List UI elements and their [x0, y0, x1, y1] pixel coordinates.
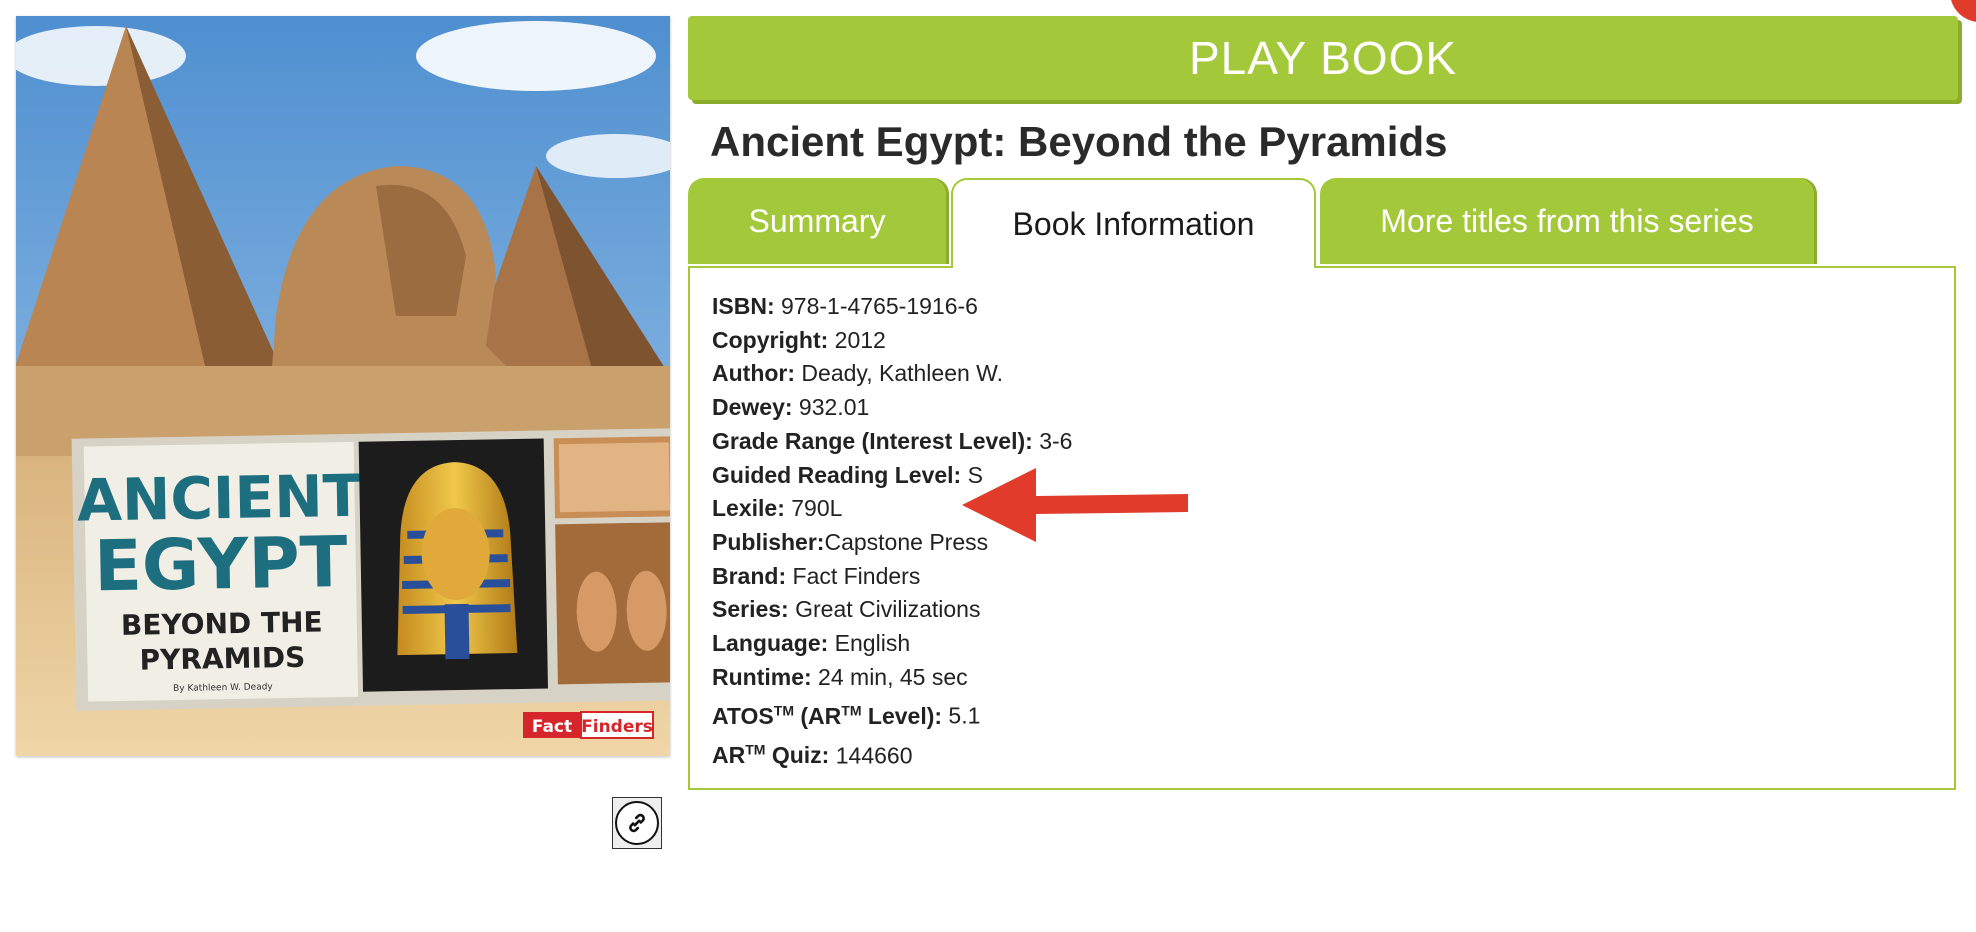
- info-atos-level: ATOSTM (ARTM Level): 5.1: [712, 694, 1072, 733]
- cover-subtitle-line2: PYRAMIDS: [139, 641, 305, 677]
- info-value: 790L: [784, 495, 843, 522]
- tab-book-information[interactable]: Book Information: [951, 178, 1316, 268]
- info-value: 2012: [828, 326, 886, 353]
- info-runtime: Runtime: 24 min, 45 sec: [712, 661, 1072, 695]
- copy-link-button[interactable]: [612, 797, 662, 849]
- cover-byline: By Kathleen W. Deady: [173, 682, 273, 694]
- info-dewey: Dewey: 932.01: [712, 391, 1072, 425]
- info-label: ISBN:: [712, 293, 775, 319]
- info-label: Language:: [712, 630, 829, 657]
- cover-title-line2: EGYPT: [93, 521, 348, 607]
- info-value: 3-6: [1032, 427, 1073, 454]
- info-value: Fact Finders: [786, 562, 921, 589]
- info-value: 5.1: [942, 703, 981, 730]
- info-grade-range: Grade Range (Interest Level): 3-6: [712, 425, 1072, 459]
- info-ar-quiz: ARTM Quiz: 144660: [712, 734, 1072, 773]
- trademark-mark: TM: [745, 741, 766, 758]
- atos-label-b: (AR: [794, 703, 842, 730]
- ar-label-a: AR: [712, 742, 746, 769]
- info-label: Grade Range (Interest Level):: [712, 427, 1033, 454]
- link-icon: [629, 813, 645, 833]
- arrow-left-icon: [962, 468, 1188, 542]
- info-brand: Brand: Fact Finders: [712, 560, 1072, 594]
- ar-label-b: Quiz:: [765, 742, 830, 769]
- info-author: Author: Deady, Kathleen W.: [712, 357, 1072, 391]
- trademark-mark: TM: [773, 702, 794, 719]
- tab-summary[interactable]: Summary: [688, 178, 946, 264]
- info-value: Great Civilizations: [788, 596, 981, 623]
- info-copyright: Copyright: 2012: [712, 324, 1072, 358]
- info-label: Copyright:: [712, 326, 829, 353]
- info-value: 144660: [829, 742, 913, 769]
- atos-label-c: Level):: [861, 703, 943, 730]
- cover-subtitle-line1: BEYOND THE: [121, 605, 323, 642]
- tab-more-titles[interactable]: More titles from this series: [1320, 178, 1814, 264]
- info-label: ARTM Quiz:: [712, 741, 830, 769]
- info-value: English: [828, 630, 911, 657]
- info-label: Runtime:: [712, 663, 812, 690]
- info-label: Series:: [712, 596, 789, 623]
- info-label: ATOSTM (ARTM Level):: [712, 702, 943, 730]
- book-cover-image: ANCIENT EGYPT BEYOND THE PYRAMIDS By Kat…: [16, 16, 670, 756]
- info-value: 978-1-4765-1916-6: [774, 293, 978, 319]
- info-label: Author:: [712, 360, 796, 387]
- cover-brand-part2: Finders: [581, 717, 653, 737]
- info-label: Brand:: [712, 562, 787, 589]
- info-label: Guided Reading Level:: [712, 461, 962, 488]
- info-label: Lexile:: [712, 495, 785, 522]
- trademark-mark: TM: [841, 702, 862, 719]
- info-value: 932.01: [792, 394, 870, 421]
- info-label: Dewey:: [712, 394, 793, 421]
- cover-brand-part1: Fact: [532, 717, 572, 737]
- cover-illustration: ANCIENT EGYPT BEYOND THE PYRAMIDS By Kat…: [16, 16, 670, 756]
- atos-label-a: ATOS: [712, 703, 774, 730]
- book-title: Ancient Egypt: Beyond the Pyramids: [710, 118, 1448, 165]
- info-series: Series: Great Civilizations: [712, 593, 1072, 627]
- info-language: Language: English: [712, 627, 1072, 661]
- book-information-panel: ISBN: 978-1-4765-1916-6 Copyright: 2012 …: [688, 266, 1956, 790]
- info-value: 24 min, 45 sec: [811, 663, 968, 690]
- play-book-button[interactable]: PLAY BOOK: [688, 16, 1958, 100]
- info-value: Deady, Kathleen W.: [795, 360, 1003, 387]
- info-label: Publisher:: [712, 528, 825, 555]
- info-isbn: ISBN: 978-1-4765-1916-6: [712, 290, 1072, 324]
